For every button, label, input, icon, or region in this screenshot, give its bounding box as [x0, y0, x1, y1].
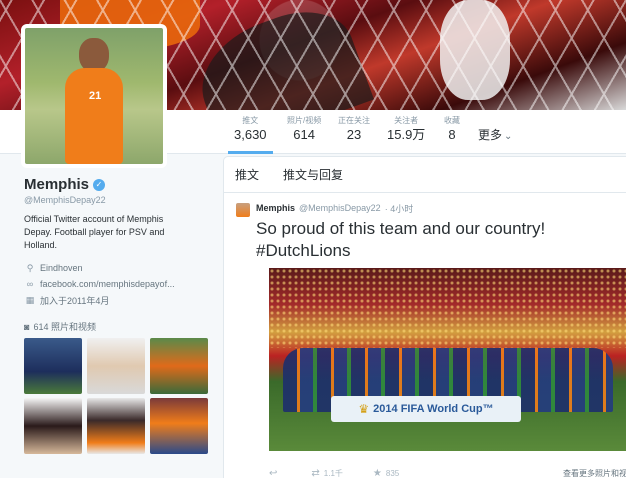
tweet[interactable]: Memphis @MemphisDepay22 · 4小时 So proud o…: [224, 193, 626, 478]
calendar-icon: ▦: [25, 294, 35, 305]
favorite-count: 835: [385, 468, 400, 478]
profile-location: ⚲ Eindhoven: [24, 260, 204, 276]
stat-label: 正在关注: [338, 116, 370, 125]
joined-text: 加入于2011年4月: [40, 295, 110, 306]
tab-tweets-and-replies[interactable]: 推文与回复: [283, 166, 343, 183]
tweet-actions: ↩ ⇄1.1千 ★835 查看更多照片和视频: [269, 465, 626, 478]
camera-icon: ◙: [24, 321, 30, 332]
stat-label: 推文: [242, 116, 259, 125]
stat-value: 8: [448, 127, 456, 142]
tweet-hashtag[interactable]: #DutchLions: [256, 240, 616, 262]
photo-thumbnail[interactable]: [24, 338, 82, 394]
stat-value: 614: [293, 127, 315, 142]
tweet-author-handle[interactable]: @MemphisDepay22: [299, 203, 381, 213]
trophy-icon: ♛: [358, 402, 370, 416]
retweet-action[interactable]: ⇄ 1.1千: [311, 468, 343, 478]
profile-joined: ▦ 加入于2011年4月: [24, 292, 204, 308]
timeline: 推文 推文与回复 Memphis @MemphisDepay22 · 4小时 S…: [223, 156, 626, 478]
photo-thumbnail[interactable]: [150, 398, 208, 454]
stat-followers[interactable]: 关注者 15.9万: [387, 116, 425, 144]
more-button[interactable]: 更多 ⌄: [478, 126, 512, 143]
star-icon: ★: [372, 467, 382, 478]
location-text: Eindhoven: [40, 263, 83, 273]
profile-handle[interactable]: @MemphisDepay22: [24, 195, 204, 205]
stat-label: 关注者: [394, 116, 419, 125]
profile-avatar[interactable]: 21: [21, 24, 167, 168]
more-label: 更多: [478, 128, 503, 142]
tweet-avatar[interactable]: [236, 203, 250, 217]
reply-action[interactable]: ↩: [269, 468, 281, 478]
profile-website: ∞ facebook.com/memphisdepayof...: [24, 276, 204, 292]
photo-thumbnail[interactable]: [87, 398, 145, 454]
location-pin-icon: ⚲: [26, 262, 34, 273]
chevron-down-icon: ⌄: [504, 131, 513, 142]
tweet-media-photo[interactable]: ♛ 2014 FIFA World Cup™: [269, 268, 626, 451]
media-stadium-crowd: [269, 268, 626, 348]
tweet-text: So proud of this team and our country! #…: [236, 218, 616, 262]
stat-tweets[interactable]: 推文 3,630: [228, 116, 273, 154]
profile-card: Memphis ✓ @MemphisDepay22 Official Twitt…: [24, 176, 204, 308]
photo-thumbnail[interactable]: [150, 338, 208, 394]
media-banner-text: 2014 FIFA World Cup™: [373, 403, 494, 415]
tab-tweets[interactable]: 推文: [235, 166, 259, 183]
stat-value: 3,630: [234, 127, 267, 142]
reply-icon: ↩: [269, 467, 278, 478]
link-icon: ∞: [26, 279, 34, 289]
photo-grid: [24, 338, 208, 454]
profile-meta: ⚲ Eindhoven ∞ facebook.com/memphisdepayo…: [24, 260, 204, 308]
retweet-count: 1.1千: [323, 468, 343, 478]
stat-value: 23: [346, 127, 362, 142]
favorite-action[interactable]: ★ 835: [373, 468, 399, 478]
website-link[interactable]: facebook.com/memphisdepayof...: [40, 279, 175, 289]
tweet-author-name[interactable]: Memphis: [256, 203, 295, 213]
avatar-jersey-number: 21: [89, 90, 102, 102]
timeline-tabs: 推文 推文与回复: [224, 157, 626, 193]
photos-videos-label: 614 照片和视频: [33, 322, 96, 332]
avatar-head-shape: [79, 38, 109, 72]
tweet-timestamp[interactable]: · 4小时: [385, 202, 414, 215]
stat-photos-videos[interactable]: 照片/视频 614: [287, 116, 321, 144]
stat-label: 照片/视频: [287, 116, 322, 125]
tweet-text-line: So proud of this team and our country!: [256, 219, 546, 238]
view-more-photos-link[interactable]: 查看更多照片和视频: [563, 468, 626, 478]
stat-following[interactable]: 正在关注 23: [338, 116, 370, 144]
photos-videos-header[interactable]: ◙ 614 照片和视频: [24, 320, 96, 333]
tweet-header: Memphis @MemphisDepay22 · 4小时: [236, 201, 616, 215]
photo-thumbnail[interactable]: [24, 398, 82, 454]
profile-bio: Official Twitter account of Memphis Depa…: [24, 214, 165, 250]
stat-value: 15.9万: [387, 127, 426, 142]
stat-favorites[interactable]: 收藏 8: [444, 116, 460, 144]
photo-thumbnail[interactable]: [87, 338, 145, 394]
stat-label: 收藏: [444, 116, 460, 125]
verified-badge-icon: ✓: [93, 178, 106, 191]
retweet-icon: ⇄: [311, 467, 320, 478]
avatar-jersey-shape: [65, 68, 123, 164]
profile-name[interactable]: Memphis: [24, 176, 89, 193]
media-world-cup-banner: ♛ 2014 FIFA World Cup™: [331, 396, 521, 422]
